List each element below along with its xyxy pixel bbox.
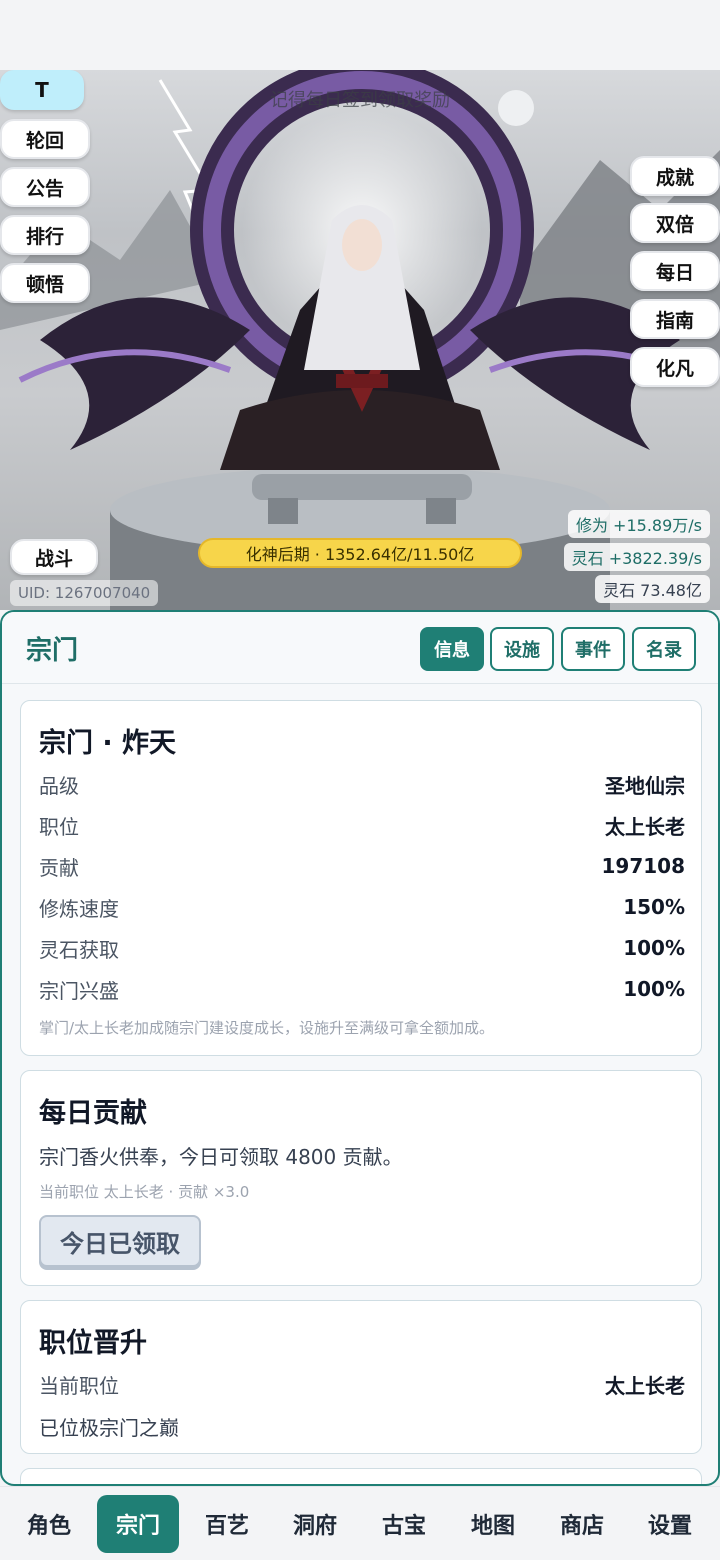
daily-button[interactable]: 每日 <box>630 251 720 291</box>
nav-settings[interactable]: 设置 <box>629 1495 711 1553</box>
tab-roster[interactable]: 名录 <box>632 627 696 671</box>
bottom-nav: 角色 宗门 百艺 洞府 古宝 地图 商店 设置 <box>0 1486 720 1560</box>
reincarnation-button[interactable]: 轮回 <box>0 119 90 159</box>
next-card <box>20 1468 702 1484</box>
promotion-status: 已位极宗门之巅 <box>39 1416 179 1440</box>
row-label: 贡献 <box>39 855 79 880</box>
enlightenment-button[interactable]: 顿悟 <box>0 263 90 303</box>
row-label: 当前职位 <box>39 1373 119 1398</box>
mortal-button[interactable]: 化凡 <box>630 347 720 387</box>
t-button[interactable]: T <box>0 70 84 110</box>
nav-shop[interactable]: 商店 <box>541 1495 623 1553</box>
tab-info[interactable]: 信息 <box>420 627 484 671</box>
nav-cave[interactable]: 洞府 <box>274 1495 356 1553</box>
sect-panel: 宗门 信息 设施 事件 名录 宗门 · 炸天 品级 圣地仙宗 职位 太上长老 贡… <box>0 610 720 1486</box>
nav-map[interactable]: 地图 <box>452 1495 534 1553</box>
position-row: 职位 太上长老 <box>39 810 685 840</box>
tab-events[interactable]: 事件 <box>561 627 625 671</box>
row-label: 品级 <box>39 773 79 798</box>
daily-contribution-note: 当前职位 太上长老 · 贡献 ×3.0 <box>39 1183 250 1201</box>
row-value: 太上长老 <box>605 1373 685 1398</box>
claimed-button[interactable]: 今日已领取 <box>39 1215 201 1267</box>
panel-header: 宗门 信息 设施 事件 名录 <box>2 612 718 684</box>
sect-info-card: 宗门 · 炸天 品级 圣地仙宗 职位 太上长老 贡献 197108 修炼速度 1… <box>20 700 702 1056</box>
notice-banner: 记得每日签到领取奖励 <box>270 90 450 111</box>
user-id: UID: 1267007040 <box>10 580 159 606</box>
cultivation-speed-row: 修炼速度 150% <box>39 892 685 922</box>
row-label: 灵石获取 <box>39 937 119 962</box>
row-value: 圣地仙宗 <box>605 773 685 798</box>
current-position-row: 当前职位 太上长老 <box>39 1369 685 1399</box>
row-label: 修炼速度 <box>39 896 119 921</box>
double-button[interactable]: 双倍 <box>630 203 720 243</box>
nav-character[interactable]: 角色 <box>8 1495 90 1553</box>
panel-title: 宗门 <box>26 636 79 666</box>
promotion-card: 职位晋升 当前职位 太上长老 已位极宗门之巅 <box>20 1300 702 1454</box>
row-label: 宗门兴盛 <box>39 978 119 1003</box>
spirit-stone-gain-row: 灵石获取 100% <box>39 933 685 963</box>
row-value: 100% <box>623 936 685 960</box>
hero-scene: 记得每日签到领取奖励 T 轮回 公告 排行 顿悟 成就 双倍 每日 指南 化凡 … <box>0 70 720 610</box>
row-value: 197108 <box>601 854 686 878</box>
sect-rank-row: 品级 圣地仙宗 <box>39 769 685 799</box>
sect-name: 宗门 · 炸天 <box>39 728 177 759</box>
spirit-stone-total: 灵石 73.48亿 <box>595 575 710 603</box>
nav-crafts[interactable]: 百艺 <box>186 1495 268 1553</box>
sect-prosperity-row: 宗门兴盛 100% <box>39 974 685 1004</box>
status-bar <box>0 0 720 70</box>
daily-contribution-title: 每日贡献 <box>39 1098 147 1129</box>
guide-button[interactable]: 指南 <box>630 299 720 339</box>
nav-treasures[interactable]: 古宝 <box>363 1495 445 1553</box>
announcement-button[interactable]: 公告 <box>0 167 90 207</box>
battle-button[interactable]: 战斗 <box>10 539 98 575</box>
spirit-stone-rate: 灵石 +3822.39/s <box>563 543 710 571</box>
realm-progress: 化神后期 · 1352.64亿/11.50亿 <box>198 538 522 568</box>
nav-sect[interactable]: 宗门 <box>97 1495 179 1553</box>
tab-facilities[interactable]: 设施 <box>490 627 554 671</box>
row-value: 150% <box>623 895 685 919</box>
row-value: 100% <box>623 977 685 1001</box>
daily-contribution-card: 每日贡献 宗门香火供奉，今日可领取 4800 贡献。 当前职位 太上长老 · 贡… <box>20 1070 702 1286</box>
row-value: 太上长老 <box>605 814 685 839</box>
contribution-row: 贡献 197108 <box>39 851 685 881</box>
daily-contribution-text: 宗门香火供奉，今日可领取 4800 贡献。 <box>39 1145 403 1169</box>
promotion-title: 职位晋升 <box>39 1328 147 1359</box>
achievement-button[interactable]: 成就 <box>630 156 720 196</box>
bonus-note: 掌门/太上长老加成随宗门建设度成长，设施升至满级可拿全额加成。 <box>39 1019 495 1037</box>
ranking-button[interactable]: 排行 <box>0 215 90 255</box>
cultivation-rate: 修为 +15.89万/s <box>567 510 710 538</box>
row-label: 职位 <box>39 814 79 839</box>
